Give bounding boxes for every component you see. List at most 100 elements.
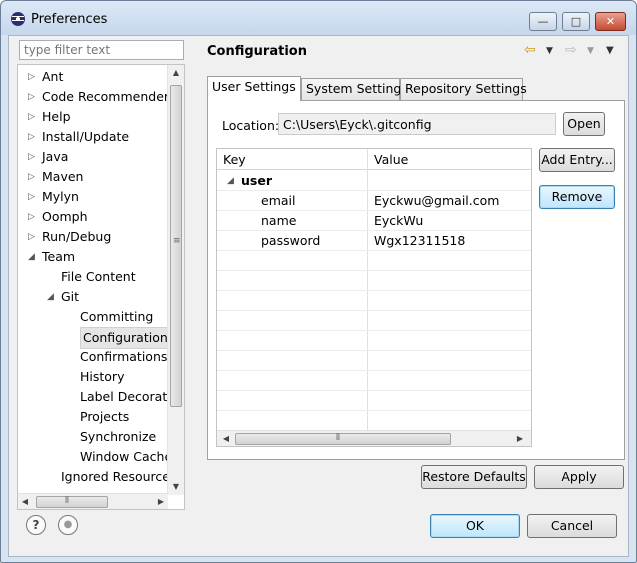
tree-item-label: Committing — [80, 309, 154, 324]
empty-row — [217, 311, 531, 331]
table-row[interactable]: email Eyckwu@gmail.com — [217, 191, 531, 211]
tree-item-label: Help — [42, 109, 71, 124]
tree-item-label: Window Cache — [80, 449, 168, 464]
tree-item-label: Run/Debug — [42, 229, 112, 244]
scroll-left-arrow-icon[interactable]: ◀ — [18, 494, 32, 509]
tree-item-label: Confirmations a — [80, 349, 168, 364]
collapsed-twisty-icon[interactable]: ▷ — [28, 147, 38, 167]
close-icon: ✕ — [605, 15, 616, 28]
empty-row — [217, 291, 531, 311]
tree-item-label: Team — [42, 249, 76, 264]
grip-icon: ≡ — [173, 236, 181, 246]
table-row-section[interactable]: ◢ user — [217, 171, 531, 191]
tab-system-settings[interactable]: System Settings — [301, 78, 408, 100]
collapsed-twisty-icon[interactable]: ▷ — [28, 127, 38, 147]
forward-arrow-icon[interactable]: ⇨ — [565, 42, 577, 58]
expanded-twisty-icon[interactable]: ◢ — [28, 247, 38, 267]
empty-row — [217, 271, 531, 291]
entry-value: Wgx12311518 — [374, 233, 466, 248]
tree-item-label: Maven — [42, 169, 84, 184]
maximize-icon: □ — [570, 15, 582, 28]
scroll-right-arrow-icon[interactable]: ▶ — [513, 431, 527, 446]
location-field: C:\Users\Eyck\.gitconfig — [278, 113, 556, 135]
config-table-header: Key Value — [217, 149, 531, 170]
scroll-left-arrow-icon[interactable]: ◀ — [219, 431, 233, 446]
collapsed-twisty-icon[interactable]: ▷ — [28, 87, 38, 107]
tab-repository-settings[interactable]: Repository Settings — [400, 78, 527, 100]
expanded-twisty-icon[interactable]: ◢ — [227, 171, 234, 191]
tree-item-label: Synchronize — [80, 429, 157, 444]
tree-item-label: Configuration — [80, 327, 168, 349]
entry-key: name — [261, 213, 297, 228]
tree-horizontal-scrollbar[interactable]: ◀ ⦀ ▶ — [18, 493, 168, 509]
title-bar[interactable]: Preferences — □ ✕ — [1, 1, 636, 35]
apply-button[interactable]: Apply — [534, 465, 624, 489]
grip-icon: ⦀ — [336, 433, 340, 443]
collapsed-twisty-icon[interactable]: ▷ — [28, 167, 38, 187]
grip-icon: ⦀ — [65, 496, 69, 506]
user-settings-panel: Location: C:\Users\Eyck\.gitconfig Open … — [207, 100, 625, 460]
tree-vertical-scrollbar[interactable]: ▲ ≡ ▼ — [167, 65, 184, 495]
table-hscroll-thumb[interactable]: ⦀ — [235, 433, 451, 445]
add-entry-button[interactable]: Add Entry... — [539, 148, 615, 172]
expanded-twisty-icon[interactable]: ◢ — [47, 287, 57, 307]
collapsed-twisty-icon[interactable]: ▷ — [28, 187, 38, 207]
close-button[interactable]: ✕ — [595, 12, 626, 31]
dialog-client-area: ▷ Ant ▷ Code Recommenders ▷ Help ▷ Install/Upda… — [8, 35, 629, 557]
tree-item-label: Mylyn — [42, 189, 79, 204]
section-name: user — [241, 173, 272, 188]
location-label: Location: — [222, 118, 280, 133]
maximize-button[interactable]: □ — [562, 12, 590, 31]
tree-item-label: Git — [61, 289, 80, 304]
minimize-button[interactable]: — — [529, 12, 557, 31]
scroll-up-arrow-icon[interactable]: ▲ — [168, 65, 184, 81]
table-row[interactable]: password Wgx12311518 — [217, 231, 531, 251]
view-menu-icon[interactable]: ▼ — [606, 45, 614, 56]
entry-value: Eyckwu@gmail.com — [374, 193, 500, 208]
tree-item-label: Ant — [42, 69, 64, 84]
collapsed-twisty-icon[interactable]: ▷ — [28, 67, 38, 87]
entry-key: email — [261, 193, 296, 208]
minimize-icon: — — [537, 15, 549, 28]
preference-tree-items: ▷ Ant ▷ Code Recommenders ▷ Help ▷ Install/Upda… — [18, 65, 168, 495]
tree-item-label: Install/Update — [42, 129, 130, 144]
preferences-window: Preferences — □ ✕ ▷ Ant ▷ Code Recommenders… — [0, 0, 637, 563]
empty-row — [217, 331, 531, 351]
tree-item-label: Ignored Resource — [61, 469, 168, 484]
ok-button[interactable]: OK — [430, 514, 520, 538]
remove-button[interactable]: Remove — [539, 185, 615, 209]
scroll-down-arrow-icon[interactable]: ▼ — [168, 479, 184, 495]
restore-defaults-button[interactable]: Restore Defaults — [421, 465, 527, 489]
tree-scroll-thumb[interactable]: ≡ — [170, 85, 182, 407]
tab-user-settings[interactable]: User Settings — [207, 76, 301, 101]
cancel-button[interactable]: Cancel — [527, 514, 617, 538]
tree-item-label: Java — [42, 149, 69, 164]
filter-input[interactable] — [19, 40, 184, 60]
tree-hscroll-thumb[interactable]: ⦀ — [36, 496, 108, 508]
config-table: Key Value ◢ user email Eyckwu@gmail.com na… — [216, 148, 532, 447]
empty-row — [217, 351, 531, 371]
table-row[interactable]: name EyckWu — [217, 211, 531, 231]
help-icon[interactable]: ? — [26, 515, 46, 535]
import-export-icon[interactable]: ● — [58, 515, 78, 535]
empty-row — [217, 411, 531, 431]
window-title: Preferences — [31, 12, 108, 27]
back-dropdown-icon[interactable]: ▼ — [546, 46, 553, 56]
table-horizontal-scrollbar[interactable]: ◀ ⦀ ▶ — [217, 430, 531, 446]
empty-row — [217, 391, 531, 411]
collapsed-twisty-icon[interactable]: ▷ — [28, 227, 38, 247]
forward-dropdown-icon[interactable]: ▼ — [587, 46, 594, 56]
collapsed-twisty-icon[interactable]: ▷ — [28, 207, 38, 227]
empty-row — [217, 371, 531, 391]
tree-item-label: History — [80, 369, 125, 384]
open-button[interactable]: Open — [563, 112, 605, 136]
back-arrow-icon[interactable]: ⇦ — [524, 42, 536, 58]
collapsed-twisty-icon[interactable]: ▷ — [28, 107, 38, 127]
entry-value: EyckWu — [374, 213, 424, 228]
preference-tree: ▷ Ant ▷ Code Recommenders ▷ Help ▷ Install/Upda… — [17, 64, 185, 510]
scroll-right-arrow-icon[interactable]: ▶ — [154, 494, 168, 509]
tree-item-label: Code Recommenders — [42, 89, 168, 104]
column-header-value[interactable]: Value — [368, 149, 408, 170]
column-header-key[interactable]: Key — [217, 149, 246, 170]
tree-item-label: Projects — [80, 409, 130, 424]
